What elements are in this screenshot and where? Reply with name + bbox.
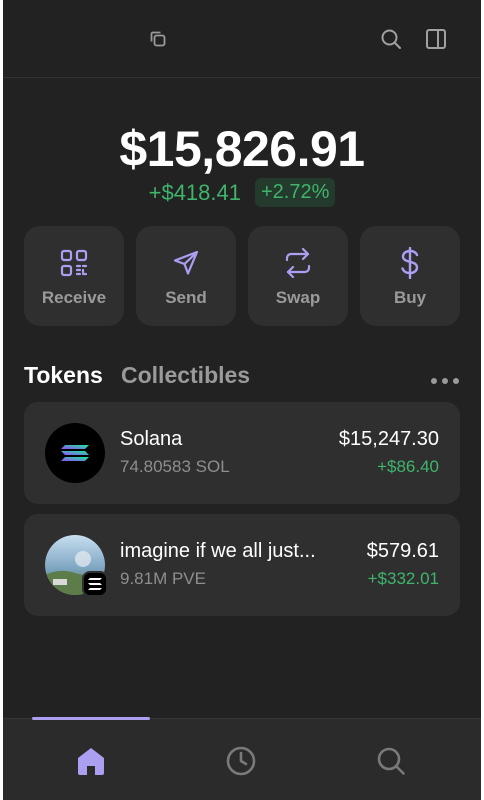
receive-label: Receive [41,288,107,307]
send-label: Send [165,288,207,307]
token-amount: 74.80583 SOL [120,457,230,476]
token-row-solana[interactable]: Solana 74.80583 SOL $15,247.30 +$86.40 [24,402,460,504]
token-amount: 9.81M PVE [120,569,206,588]
token-name: Solana [120,428,183,450]
action-buttons: Receive Send Swap Buy [24,226,460,326]
token-value: $15,247.30 [338,428,439,450]
swap-icon [284,248,312,278]
qr-code-icon [60,248,88,278]
token-name: imagine if we all just... [120,540,316,562]
tab-tokens[interactable]: Tokens [24,362,103,389]
copy-icon[interactable] [147,28,169,50]
search-nav-icon[interactable] [371,741,411,781]
send-icon [172,248,200,278]
buy-label: Buy [393,288,427,307]
history-icon[interactable] [221,741,261,781]
receive-button[interactable]: Receive [24,226,124,326]
token-row-pve[interactable]: imagine if we all just... 9.81M PVE $579… [24,514,460,616]
dollar-icon [399,247,421,279]
balance-change-percent: +2.72% [254,178,336,207]
token-change: +$332.01 [367,569,439,588]
active-tab-indicator [32,717,150,720]
search-icon[interactable] [379,27,403,51]
tab-collectibles[interactable]: Collectibles [121,362,250,389]
buy-button[interactable]: Buy [360,226,460,326]
send-button[interactable]: Send [136,226,236,326]
swap-label: Swap [275,288,321,307]
top-bar [3,0,481,78]
sidebar-toggle-icon[interactable] [424,27,448,51]
token-value: $579.61 [366,540,439,562]
solana-badge-icon [82,571,108,597]
wallet-screen: $15,826.91 +$418.41 +2.72% Receive Send … [3,0,481,800]
solana-logo-icon [45,423,105,483]
bottom-navigation [3,717,481,800]
balance-change: +$418.41 +2.72% [3,178,481,207]
swap-button[interactable]: Swap [248,226,348,326]
more-options-icon[interactable] [430,372,460,384]
asset-tabs: Tokens Collectibles [24,362,460,392]
total-balance: $15,826.91 [119,121,365,177]
home-icon[interactable] [71,741,111,781]
balance-change-amount: +$418.41 [148,179,241,205]
token-change: +$86.40 [377,457,439,476]
